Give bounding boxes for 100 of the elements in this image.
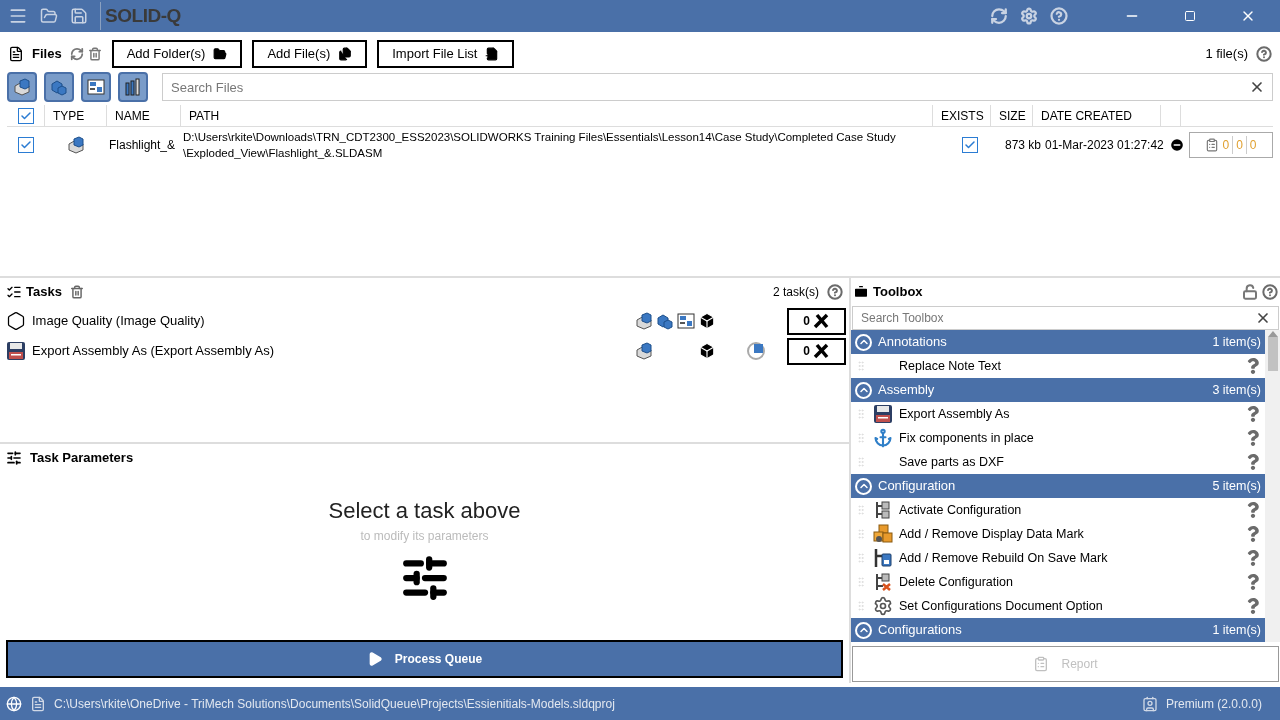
drag-handle-icon[interactable]: [855, 599, 867, 613]
scroll-thumb[interactable]: [1267, 337, 1278, 371]
refresh-icon[interactable]: [69, 47, 84, 61]
drag-handle-icon[interactable]: [855, 551, 867, 565]
column-header[interactable]: DATE CREATED: [1041, 106, 1132, 125]
help-icon[interactable]: [1247, 550, 1259, 566]
hexagon-icon: [6, 311, 26, 331]
remove-icon[interactable]: [1169, 137, 1185, 153]
help-icon[interactable]: [1247, 502, 1259, 518]
help-icon[interactable]: [1247, 430, 1259, 446]
group-name: Configurations: [878, 621, 963, 640]
toolbar-button[interactable]: Import File List: [377, 40, 515, 68]
section-title: Toolbox: [873, 283, 923, 302]
settings-icon[interactable]: [1020, 7, 1038, 25]
collapse-icon[interactable]: [855, 621, 872, 639]
toolbox-item[interactable]: Export Assembly As: [851, 402, 1265, 426]
help-icon[interactable]: [1247, 598, 1259, 614]
task-row[interactable]: Export Assembly As (Export Assembly As) 0: [0, 336, 849, 366]
group-header[interactable]: Assembly 3 item(s): [851, 378, 1265, 402]
help-icon[interactable]: [1247, 454, 1259, 470]
help-icon[interactable]: [1247, 406, 1259, 422]
help-icon[interactable]: [1256, 46, 1272, 62]
scrollbar[interactable]: [1265, 330, 1280, 642]
globe-icon[interactable]: [6, 695, 22, 712]
help-icon[interactable]: [1247, 574, 1259, 590]
task-row[interactable]: Image Quality (Image Quality) 0: [0, 306, 849, 336]
project-path: C:\Users\rkite\OneDrive - TriMech Solutions\Documents\SolidQueue\Projects\Essienitials-Models.sldqproj: [54, 695, 615, 713]
part-icon: [635, 312, 653, 330]
filter-button[interactable]: [118, 72, 148, 102]
help-icon[interactable]: [827, 284, 843, 300]
task-counter[interactable]: 0: [787, 307, 846, 335]
drag-handle-icon[interactable]: [855, 431, 867, 445]
group-count: 5 item(s): [1212, 477, 1261, 495]
edition-label: Premium (2.0.0.0): [1165, 695, 1262, 713]
refresh-icon[interactable]: [990, 7, 1008, 25]
column-header[interactable]: SIZE: [999, 106, 1026, 125]
clear-icon[interactable]: [1249, 79, 1265, 95]
filter-button[interactable]: [7, 72, 37, 102]
toolbox-item[interactable]: Save parts as DXF: [851, 450, 1265, 474]
table-cell: 01-Mar-2023 01:27:42: [1045, 138, 1164, 152]
collapse-icon[interactable]: [855, 381, 872, 399]
row-checkbox[interactable]: [18, 137, 34, 153]
count-text: 0: [1232, 136, 1243, 154]
drag-handle-icon[interactable]: [855, 455, 867, 469]
drag-handle-icon[interactable]: [855, 527, 867, 541]
toolbox-item[interactable]: Add / Remove Display Data Mark: [851, 522, 1265, 546]
button-icon: [485, 47, 500, 61]
clear-icon[interactable]: [1255, 310, 1271, 326]
group-header[interactable]: Annotations 1 item(s): [851, 330, 1265, 354]
assembly-icon: [656, 312, 674, 330]
collapse-icon[interactable]: [855, 477, 872, 495]
help-icon[interactable]: [1247, 358, 1259, 374]
drag-handle-icon[interactable]: [855, 575, 867, 589]
sliders-icon: [6, 450, 22, 466]
toolbox-item[interactable]: Activate Configuration: [851, 498, 1265, 522]
clipboard-icon: [1033, 656, 1050, 672]
filter-button[interactable]: [44, 72, 74, 102]
drag-handle-icon[interactable]: [855, 359, 867, 373]
section-title: Task Parameters: [30, 449, 134, 468]
group-header[interactable]: Configurations 1 item(s): [851, 618, 1265, 642]
trash-icon[interactable]: [87, 47, 102, 61]
drag-handle-icon[interactable]: [855, 407, 867, 421]
filter-button[interactable]: [81, 72, 111, 102]
toolbox-item[interactable]: Set Configurations Document Option: [851, 594, 1265, 618]
column-header[interactable]: EXISTS: [941, 106, 984, 125]
menu-icon[interactable]: [8, 6, 28, 26]
toolbar-button[interactable]: Add Folder(s): [111, 40, 243, 68]
table-cell-text: D:\Users\rkite\Downloads\TRN_CDT2300_ESS2023\SOLIDWORKS Training Files\Essentials\Lesson14\Case Study\Completed Case Study \Exploded_View\Flashlight_&.SLDASM: [183, 130, 897, 161]
group-name: Configuration: [878, 477, 957, 496]
search-field[interactable]: Search Files: [162, 73, 1273, 101]
maximize-icon[interactable]: [1184, 10, 1196, 22]
help-icon[interactable]: [1262, 284, 1278, 300]
toolbox-item[interactable]: Replace Note Text: [851, 354, 1265, 378]
column-header[interactable]: TYPE: [53, 106, 85, 125]
item-name: Add / Remove Rebuild On Save Mark: [899, 549, 1109, 567]
task-counter[interactable]: 0: [787, 337, 846, 365]
toolbox-item[interactable]: Delete Configuration: [851, 570, 1265, 594]
search-field[interactable]: Search Toolbox: [852, 306, 1279, 330]
toolbox-item[interactable]: Fix components in place: [851, 426, 1265, 450]
item-name: Activate Configuration: [899, 501, 1023, 519]
column-header[interactable]: PATH: [189, 106, 220, 125]
group-header[interactable]: Configuration 5 item(s): [851, 474, 1265, 498]
toolbar-button[interactable]: Add File(s): [252, 40, 368, 68]
toolbox-item[interactable]: Add / Remove Rebuild On Save Mark: [851, 546, 1265, 570]
help-icon[interactable]: [1247, 526, 1259, 542]
folder-icon[interactable]: [40, 7, 58, 25]
bar-icon: [124, 78, 142, 96]
trash-icon[interactable]: [69, 285, 84, 299]
drag-handle-icon[interactable]: [855, 503, 867, 517]
column-header[interactable]: NAME: [115, 106, 150, 125]
file-count: 1 file(s): [1205, 45, 1248, 64]
unlock-icon[interactable]: [1242, 284, 1258, 300]
select-all-checkbox[interactable]: [17, 107, 34, 124]
save-icon[interactable]: [70, 7, 88, 25]
process-queue-button[interactable]: Process Queue: [6, 640, 843, 678]
collapse-icon[interactable]: [855, 333, 872, 351]
clipboard-icon: [1205, 138, 1220, 152]
drawing-icon: [677, 312, 695, 330]
configuration-delete-icon: [873, 572, 893, 592]
badge-icon: [1141, 695, 1158, 712]
